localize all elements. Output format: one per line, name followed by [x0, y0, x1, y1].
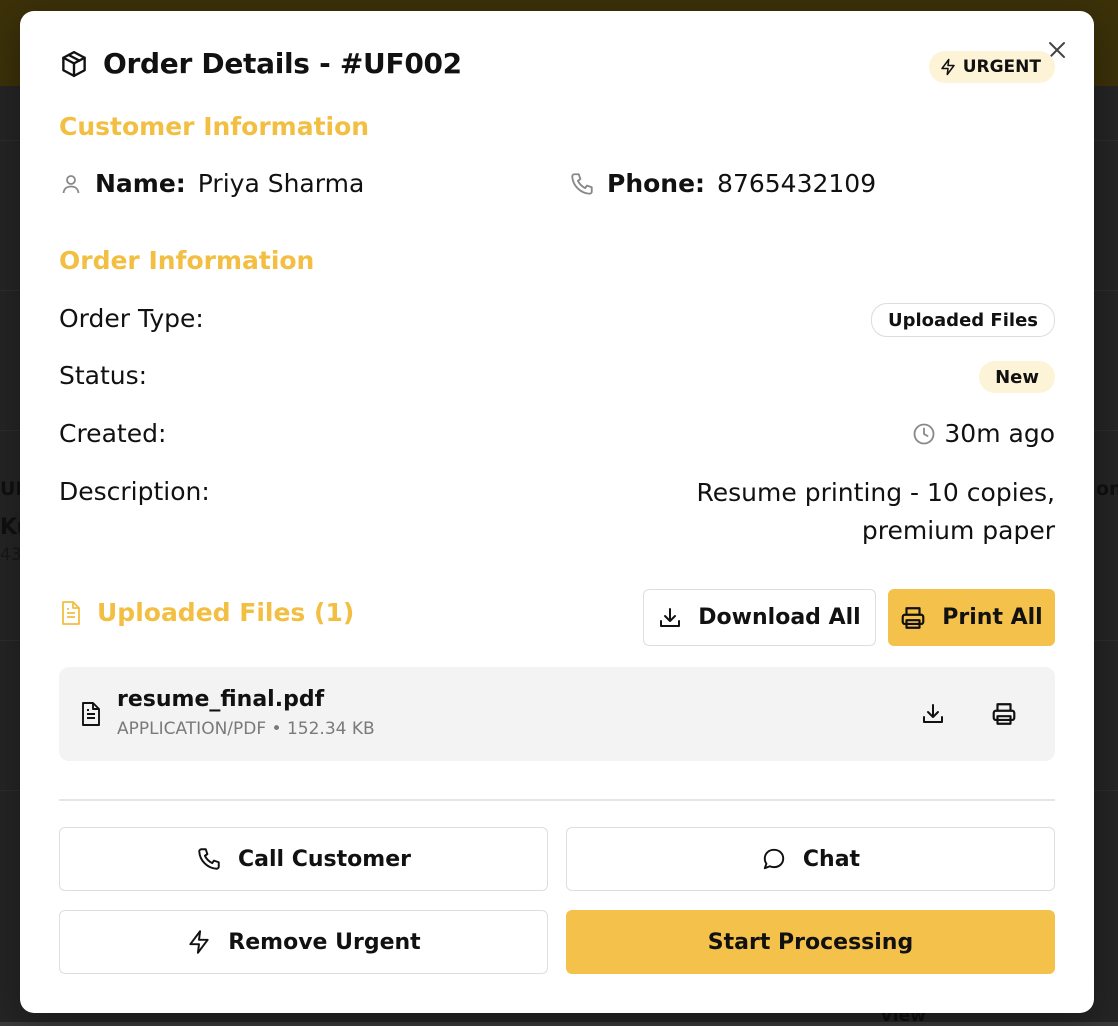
file-name: resume_final.pdf — [117, 687, 325, 712]
urgent-badge-label: URGENT — [962, 57, 1041, 77]
zap-icon — [189, 930, 209, 954]
created-time: 30m ago — [944, 419, 1055, 448]
phone-icon — [571, 172, 593, 195]
description-line: premium paper — [861, 516, 1055, 545]
package-icon — [62, 50, 86, 77]
chat-button[interactable]: Chat — [566, 827, 1055, 891]
remove-urgent-button[interactable]: Remove Urgent — [59, 910, 548, 974]
customer-name-label: Name: — [95, 169, 186, 198]
customer-phone-value: 8765432109 — [717, 169, 877, 198]
order-details-dialog: Order Details - #UF002 URGENT Customer I… — [20, 11, 1094, 1013]
dialog-header: Order Details - #UF002 — [59, 47, 462, 80]
customer-name-value: Priya Sharma — [197, 169, 365, 198]
call-customer-button[interactable]: Call Customer — [59, 827, 548, 891]
download-all-button[interactable]: Download All — [643, 589, 876, 646]
order-section-title: Order Information — [59, 246, 315, 275]
download-all-label: Download All — [698, 605, 861, 630]
customer-section-title: Customer Information — [59, 112, 370, 141]
created-value: 30m ago — [912, 419, 1055, 448]
description-label: Description: — [59, 477, 210, 506]
status-label: Status: — [59, 361, 148, 390]
clock-icon — [913, 423, 935, 444]
file-text-icon — [62, 600, 80, 625]
divider — [59, 799, 1055, 801]
file-text-icon — [82, 702, 100, 726]
files-section-label: Uploaded Files (1) — [97, 598, 355, 627]
download-icon — [660, 607, 681, 627]
order-type-label: Order Type: — [59, 304, 204, 333]
customer-phone-field: Phone: 8765432109 — [569, 169, 876, 198]
description-line: Resume printing - 10 copies, — [696, 478, 1055, 507]
start-processing-label: Start Processing — [707, 929, 914, 955]
customer-name-field: Name: Priya Sharma — [59, 169, 364, 198]
description-value: Resume printing - 10 copies, premium pap… — [697, 474, 1055, 550]
chat-label: Chat — [802, 846, 861, 872]
urgent-badge: URGENT — [928, 51, 1055, 83]
customer-phone-label: Phone: — [607, 169, 706, 198]
status-badge: New — [979, 361, 1055, 393]
order-type-badge: Uploaded Files — [871, 303, 1055, 337]
zap-icon — [940, 58, 955, 76]
file-download-button[interactable] — [916, 697, 950, 731]
dialog-title: Order Details - #UF002 — [103, 47, 462, 80]
file-print-button[interactable] — [987, 697, 1021, 731]
call-customer-label: Call Customer — [238, 846, 411, 872]
printer-icon — [992, 703, 1016, 725]
print-all-label: Print All — [942, 605, 1043, 630]
download-icon — [923, 704, 943, 723]
files-section-title: Uploaded Files (1) — [59, 598, 354, 627]
created-label: Created: — [59, 419, 167, 448]
printer-icon — [901, 606, 925, 629]
file-meta: APPLICATION/PDF • 152.34 KB — [117, 719, 375, 739]
user-icon — [62, 174, 80, 193]
start-processing-button[interactable]: Start Processing — [566, 910, 1055, 974]
remove-urgent-label: Remove Urgent — [228, 929, 421, 955]
message-circle-icon — [763, 848, 785, 870]
print-all-button[interactable]: Print All — [888, 589, 1055, 646]
phone-icon — [198, 848, 220, 870]
file-item: resume_final.pdf APPLICATION/PDF • 152.3… — [59, 667, 1055, 761]
